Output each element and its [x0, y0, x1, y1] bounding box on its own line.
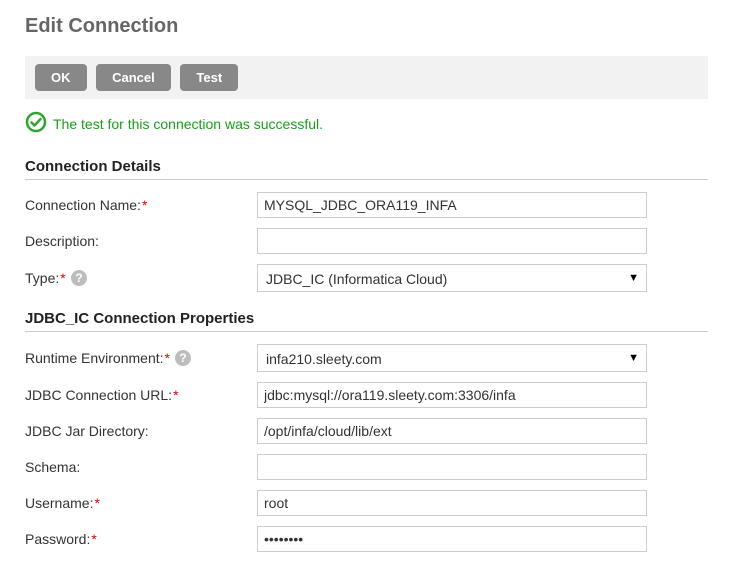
label-jar-dir: JDBC Jar Directory: — [25, 423, 257, 439]
jdbc-url-input[interactable] — [257, 382, 647, 408]
svg-text:?: ? — [75, 271, 82, 285]
label-description: Description: — [25, 233, 257, 249]
label-password: Password:* — [25, 531, 257, 547]
svg-text:?: ? — [179, 351, 186, 365]
type-select[interactable]: JDBC_IC (Informatica Cloud) ▼ — [257, 264, 647, 292]
username-input[interactable] — [257, 490, 647, 516]
label-type: Type:* ? — [25, 269, 257, 287]
schema-input[interactable] — [257, 454, 647, 480]
test-button[interactable]: Test — [180, 64, 238, 91]
description-input[interactable] — [257, 228, 647, 254]
jar-dir-input[interactable] — [257, 418, 647, 444]
label-jdbc-url: JDBC Connection URL:* — [25, 387, 257, 403]
help-icon[interactable]: ? — [70, 269, 88, 287]
connection-name-input[interactable] — [257, 192, 647, 218]
success-check-icon — [25, 111, 53, 136]
label-connection-name: Connection Name:* — [25, 197, 257, 213]
page-title: Edit Connection — [25, 15, 708, 38]
ok-button[interactable]: OK — [35, 64, 87, 91]
button-bar: OK Cancel Test — [25, 56, 708, 99]
label-runtime-env: Runtime Environment:* ? — [25, 349, 257, 367]
status-text: The test for this connection was success… — [53, 116, 323, 132]
section-heading-details: Connection Details — [25, 158, 708, 180]
label-schema: Schema: — [25, 459, 257, 475]
runtime-env-select[interactable]: infa210.sleety.com ▼ — [257, 344, 647, 372]
label-username: Username:* — [25, 495, 257, 511]
status-message: The test for this connection was success… — [25, 111, 708, 136]
help-icon[interactable]: ? — [174, 349, 192, 367]
password-input[interactable] — [257, 526, 647, 552]
section-heading-jdbc: JDBC_IC Connection Properties — [25, 310, 708, 332]
cancel-button[interactable]: Cancel — [96, 64, 171, 91]
